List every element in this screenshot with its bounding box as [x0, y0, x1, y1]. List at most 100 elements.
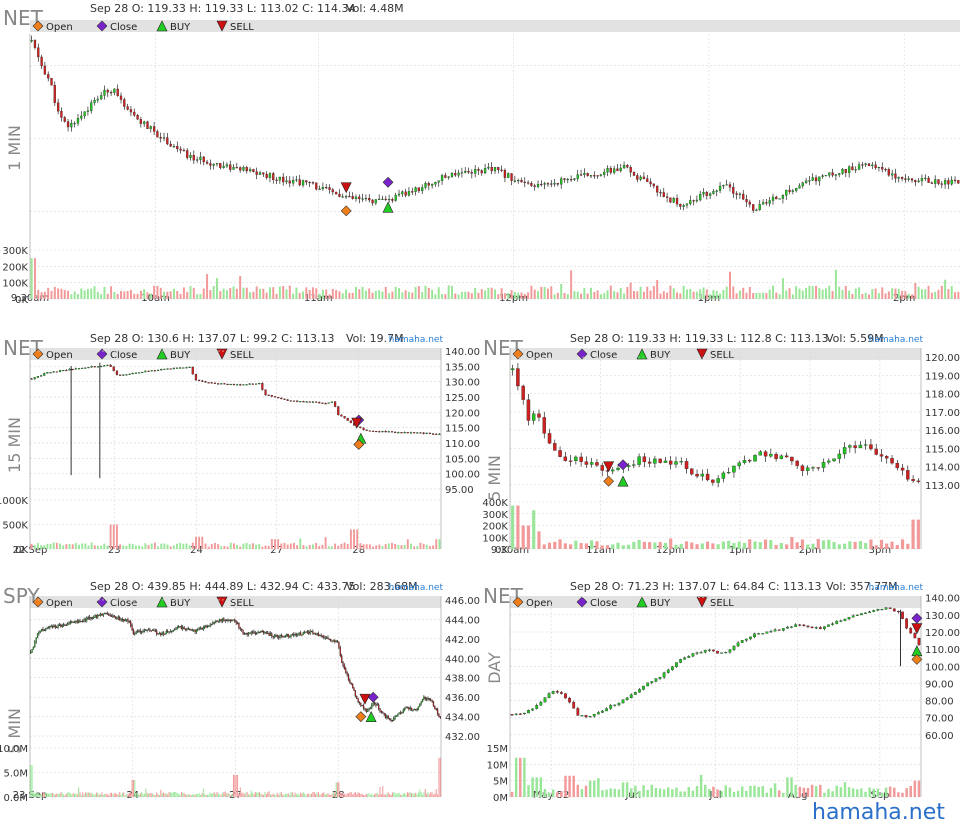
- candle-body: [430, 699, 432, 701]
- volume-bar: [379, 786, 381, 797]
- candle-body: [744, 638, 748, 641]
- candle-body: [513, 180, 517, 182]
- candle-body: [252, 169, 255, 172]
- volume-bar: [115, 524, 118, 549]
- volume-bar: [46, 793, 48, 797]
- candle-body: [384, 198, 387, 200]
- volume-bar: [795, 542, 799, 549]
- candle-body: [57, 624, 59, 628]
- price-tick-label: 90.00: [925, 679, 954, 690]
- candle-body: [294, 633, 296, 636]
- candle-body: [39, 630, 41, 633]
- volume-bar: [626, 544, 631, 549]
- price-tick-label: 140.00: [445, 347, 480, 358]
- legend-label-sell: SELL: [710, 598, 734, 609]
- volume-bar: [30, 765, 32, 797]
- candle-body: [52, 371, 55, 373]
- volume-bar: [609, 285, 612, 299]
- candle-body: [225, 619, 228, 622]
- volume-bar: [30, 543, 33, 549]
- candle-body: [54, 625, 56, 628]
- volume-bar: [76, 294, 79, 299]
- volume-bar: [199, 294, 202, 299]
- volume-bar: [407, 291, 410, 299]
- candle-body: [38, 632, 40, 635]
- candle-body: [690, 468, 694, 475]
- candle-body: [855, 614, 859, 616]
- volume-bar: [198, 793, 200, 797]
- volume-bar: [362, 544, 365, 549]
- candle-body: [409, 707, 411, 710]
- volume-bar: [732, 791, 736, 797]
- candle-body: [753, 633, 756, 638]
- candle-body: [603, 171, 606, 175]
- trade-marker-open: [603, 475, 615, 487]
- price-tick-label: 113.00: [925, 481, 960, 492]
- candle-body: [365, 429, 368, 431]
- volume-bar: [245, 542, 248, 549]
- candle-body: [569, 179, 573, 181]
- volume-bar: [353, 529, 356, 549]
- volume-bar: [160, 789, 162, 797]
- candle-body: [293, 633, 295, 636]
- volume-bar: [911, 519, 915, 549]
- candle-body: [50, 77, 53, 86]
- candle-body: [890, 458, 894, 464]
- volume-bar: [346, 793, 348, 797]
- chart-timeframe-label: 1 MIN: [5, 125, 24, 171]
- candle-body: [365, 708, 367, 712]
- volume-bar: [358, 289, 361, 299]
- volume-bar: [331, 289, 334, 299]
- volume-bar: [876, 788, 880, 797]
- candle-body: [652, 183, 656, 187]
- volume-bar: [881, 287, 884, 299]
- volume-bar: [338, 291, 341, 299]
- candle-body: [372, 702, 374, 706]
- volume-bar: [125, 545, 128, 549]
- candle-body: [421, 187, 424, 192]
- volume-bar: [877, 293, 880, 299]
- candle-body: [566, 179, 569, 181]
- candle-body: [431, 433, 435, 435]
- candle-body: [814, 627, 818, 629]
- volume-bar: [424, 285, 427, 299]
- candle-body: [66, 121, 70, 128]
- candle-body: [518, 713, 522, 715]
- volume-tick-label: 5.0M: [3, 769, 28, 780]
- volume-bar: [642, 291, 645, 299]
- volume-bar: [239, 787, 241, 797]
- candle-body: [144, 370, 147, 373]
- legend-label-sell: SELL: [710, 350, 734, 361]
- volume-bar: [267, 792, 269, 797]
- volume-bar: [72, 793, 74, 797]
- volume-bar: [563, 543, 567, 549]
- volume-bar: [503, 293, 506, 299]
- volume-bar: [438, 757, 440, 797]
- candle-body: [84, 619, 87, 621]
- candle-body: [350, 682, 352, 685]
- price-tick-label: 446.00: [445, 596, 480, 607]
- volume-bar: [134, 545, 137, 549]
- candle-body: [467, 170, 470, 173]
- volume-bar: [312, 792, 314, 797]
- volume-bar: [184, 794, 186, 797]
- volume-bar: [337, 782, 339, 797]
- candle-body: [49, 626, 51, 628]
- legend-label-buy: BUY: [170, 598, 191, 609]
- volume-bar: [785, 544, 789, 549]
- volume-bar: [695, 291, 698, 299]
- candle-body: [43, 65, 47, 75]
- volume-bar: [375, 793, 377, 797]
- volume-bar: [394, 792, 396, 797]
- candle-body: [315, 182, 318, 190]
- volume-bar: [523, 757, 526, 797]
- candle-body: [308, 401, 311, 403]
- volume-bar: [306, 794, 308, 797]
- volume-bar: [211, 793, 213, 797]
- chart-ohlc-info: Sep 28 O: 119.33 H: 119.33 L: 112.8 C: 1…: [570, 332, 829, 345]
- volume-bar: [219, 794, 221, 797]
- volume-bar: [37, 289, 40, 299]
- volume-bar: [38, 793, 40, 797]
- candle-body: [798, 624, 802, 626]
- candle-body: [425, 432, 428, 434]
